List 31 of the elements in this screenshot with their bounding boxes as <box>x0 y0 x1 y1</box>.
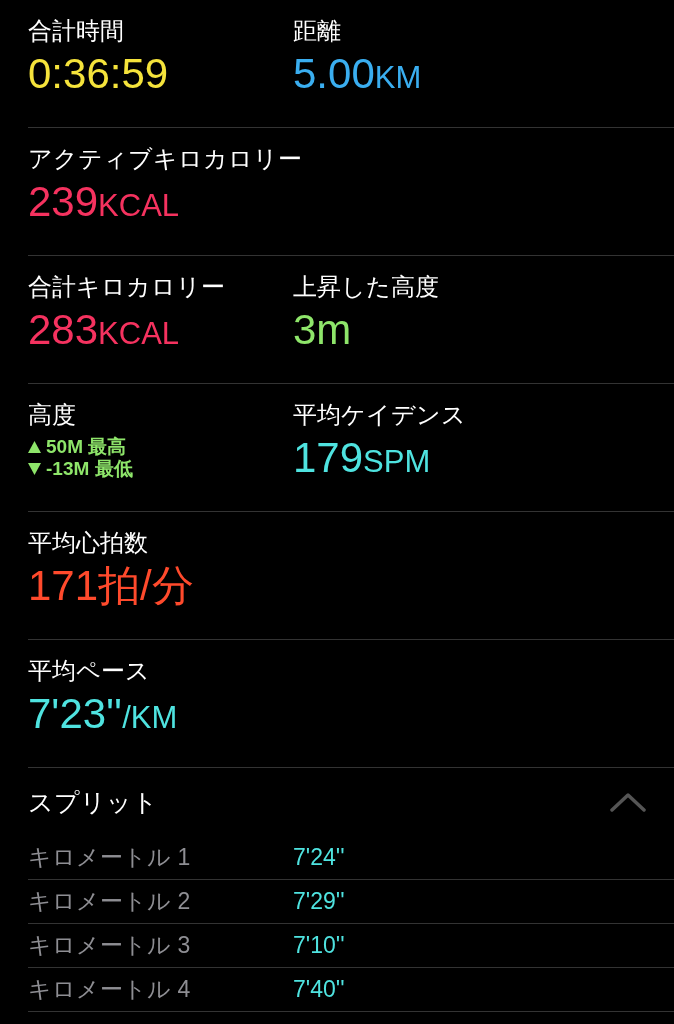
metric-label: 上昇した高度 <box>293 272 439 302</box>
metric-value: 3m <box>293 305 352 355</box>
split-pace: 7'40'' <box>293 976 345 1003</box>
metric-label: 平均ペース <box>28 656 150 686</box>
metric-label: 平均ケイデンス <box>293 400 466 430</box>
split-label: キロメートル 2 <box>28 887 191 916</box>
down-triangle-icon <box>28 463 41 475</box>
metric-value: 0:36:59 <box>28 49 169 99</box>
metric-value: 5.00KM <box>293 49 422 99</box>
metric-label: 合計時間 <box>28 16 124 46</box>
split-label: キロメートル 1 <box>28 843 191 872</box>
altitude-reading: -13M 最低 <box>46 458 133 480</box>
chevron-icon[interactable] <box>610 792 646 812</box>
metric-value: 7'23''/KM <box>28 689 178 739</box>
up-triangle-icon <box>28 441 41 453</box>
split-pace: 7'29'' <box>293 888 345 915</box>
metric-value: 239KCAL <box>28 177 180 227</box>
metric-value: 283KCAL <box>28 305 180 355</box>
metric-label: 高度 <box>28 400 76 430</box>
metric-value: 179SPM <box>293 433 431 483</box>
metric-label: 平均心拍数 <box>28 528 148 558</box>
metric-label: 距離 <box>293 16 341 46</box>
split-pace: 7'10'' <box>293 932 345 959</box>
altitude-reading: 50M 最高 <box>46 436 127 458</box>
split-label: キロメートル 3 <box>28 931 191 960</box>
metric-label: 合計キロカロリー <box>28 272 225 302</box>
split-label: キロメートル 4 <box>28 975 191 1004</box>
section-title: スプリット <box>28 786 158 818</box>
split-pace: 7'24'' <box>293 844 345 871</box>
metric-value: 171拍/分 <box>28 561 194 611</box>
metric-label: アクティブキロカロリー <box>28 144 302 174</box>
